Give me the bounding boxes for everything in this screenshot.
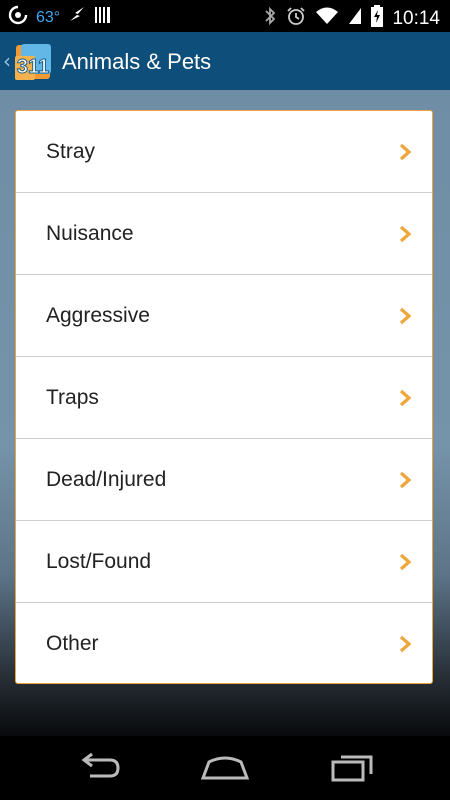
list-item-stray[interactable]: Stray: [16, 111, 432, 193]
clock-text: 10:14: [392, 7, 440, 29]
lightning-icon: [68, 5, 86, 30]
chevron-right-icon: [399, 225, 412, 243]
list-item-aggressive[interactable]: Aggressive: [16, 275, 432, 357]
list-item-label: Aggressive: [46, 304, 150, 327]
list-item-label: Dead/Injured: [46, 468, 167, 491]
battery-charging-icon: [371, 5, 384, 32]
list-item-label: Nuisance: [46, 222, 134, 245]
list-item-dead-injured[interactable]: Dead/Injured: [16, 439, 432, 521]
list-item-other[interactable]: Other: [16, 603, 432, 685]
navigation-bar: [0, 736, 450, 800]
back-chevron-icon[interactable]: ‹: [3, 49, 11, 73]
list-item-lost-found[interactable]: Lost/Found: [16, 521, 432, 603]
list-item-label: Stray: [46, 140, 96, 163]
recent-apps-icon[interactable]: [329, 752, 375, 787]
signal-icon: [348, 6, 362, 31]
action-bar: ‹ 311 Animals & Pets: [0, 32, 450, 92]
temperature-text: 63°: [36, 8, 61, 26]
content-area: Stray Nuisance Aggressive Traps Dead/Inj…: [0, 90, 450, 736]
chevron-right-icon: [399, 143, 412, 161]
back-icon[interactable]: [78, 752, 122, 787]
wifi-icon: [315, 6, 339, 31]
list-item-label: Other: [46, 632, 99, 655]
list-item-label: Traps: [46, 386, 99, 409]
chevron-right-icon: [399, 553, 412, 571]
chevron-right-icon: [399, 389, 412, 407]
chevron-right-icon: [399, 635, 412, 653]
hangouts-icon: [8, 5, 28, 30]
page-title: Animals & Pets: [62, 49, 212, 74]
home-icon[interactable]: [200, 752, 250, 787]
bluetooth-icon: [263, 6, 277, 31]
status-bar: 63° 10:14: [0, 0, 450, 32]
list-item-label: Lost/Found: [46, 550, 152, 573]
app-logo-text: 311: [17, 56, 49, 78]
app-logo[interactable]: 311: [13, 42, 53, 82]
chevron-right-icon: [399, 471, 412, 489]
list-item-nuisance[interactable]: Nuisance: [16, 193, 432, 275]
chevron-right-icon: [399, 307, 412, 325]
alarm-icon: [286, 6, 306, 31]
barcode-icon: [94, 5, 112, 30]
category-list: Stray Nuisance Aggressive Traps Dead/Inj…: [15, 110, 433, 684]
list-item-traps[interactable]: Traps: [16, 357, 432, 439]
